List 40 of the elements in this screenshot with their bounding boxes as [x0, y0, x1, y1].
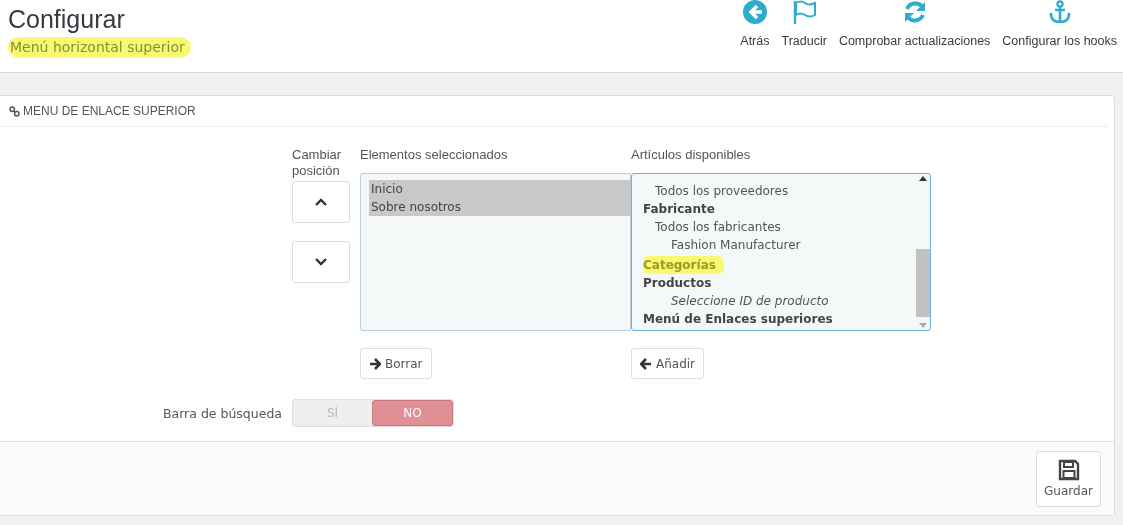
page-title: Configurar [8, 4, 126, 34]
list-option[interactable]: Inicio [369, 180, 630, 198]
toolbar-link[interactable]: Comprobar actualizaciones [832, 0, 997, 72]
option-group: Productos [643, 274, 916, 292]
scrollbar[interactable] [916, 174, 930, 330]
column-label: Artículos disponibles [631, 147, 752, 164]
add-button[interactable]: Añadir [631, 348, 705, 379]
list-option[interactable]: Seleccione ID de producto [643, 292, 916, 310]
column-label: Elementos seleccionados [360, 147, 509, 164]
option-group: Menú de Enlaces superiores [643, 310, 916, 328]
available-list[interactable]: Todos los proveedores Fabricante Todos los fabricantes Fashion Manufacturer Categorías Productos Seleccione ID de producto Menú de Enlaces superiores [631, 173, 931, 331]
toolbar-link[interactable]: Configurar los hooks [996, 0, 1123, 72]
field-label: Barra de búsqueda [161, 405, 283, 421]
list-option[interactable]: Todos los proveedores [643, 182, 916, 200]
selected-list[interactable]: Inicio Sobre nosotros [360, 173, 631, 331]
toolbar-link[interactable]: Atrás [734, 0, 776, 72]
list-option[interactable]: Todos los fabricantes [643, 218, 916, 236]
link-icon [9, 105, 20, 117]
option-group: Categorías [643, 256, 724, 274]
delete-button[interactable]: Borrar [360, 348, 432, 379]
move-down-button[interactable] [292, 241, 350, 283]
save-button[interactable]: Guardar [1036, 450, 1101, 507]
anchor-icon [1047, 0, 1072, 24]
refresh-icon [902, 0, 927, 24]
column-label: Cambiar posición [292, 147, 343, 180]
option-group: Fabricante [643, 200, 916, 218]
list-option[interactable]: Fashion Manufacturer [643, 236, 916, 254]
list-option[interactable]: Sobre nosotros [369, 198, 630, 216]
scroll-down-icon [919, 323, 927, 328]
chevron-down-icon [315, 258, 327, 266]
page-subtitle: Menú horizontal superior [8, 37, 191, 58]
scroll-thumb[interactable] [916, 249, 930, 317]
arrow-right-icon [369, 357, 381, 370]
arrow-left-icon [640, 357, 652, 370]
scroll-up-icon [919, 176, 927, 181]
move-up-button[interactable] [292, 181, 350, 223]
panel-heading: MENU DE ENLACE SUPERIOR [23, 104, 196, 118]
flag-icon [792, 0, 817, 24]
chevron-up-icon [315, 198, 327, 206]
toolbar-link[interactable]: Traducir [775, 0, 833, 72]
